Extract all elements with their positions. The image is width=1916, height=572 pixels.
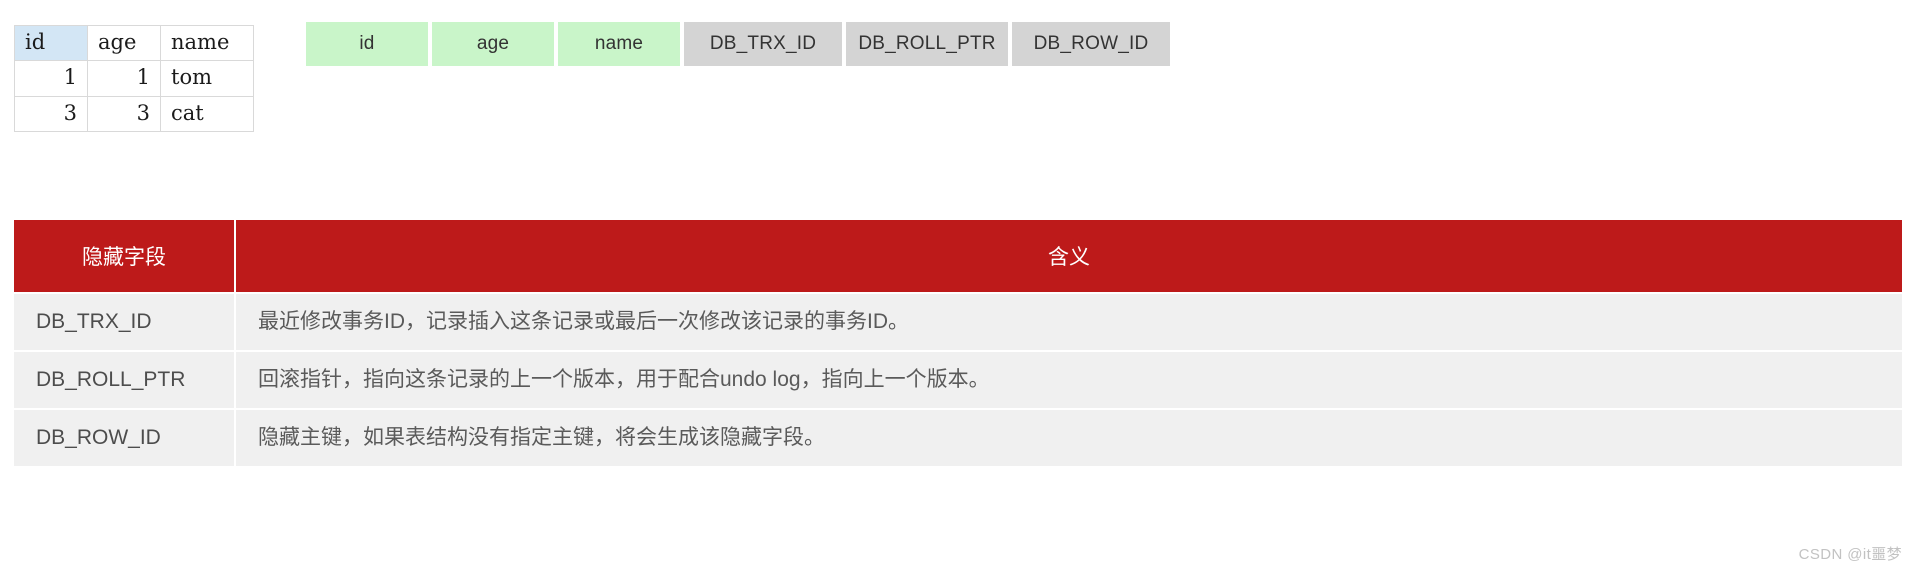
field-name-db-roll-ptr: DB_ROLL_PTR xyxy=(14,352,234,408)
record-cell-age: 1 xyxy=(87,60,161,97)
hidden-fields-header-row: 隐藏字段 含义 xyxy=(14,220,1902,292)
record-cell-name: cat xyxy=(160,95,254,132)
column-layout-strip: id age name DB_TRX_ID DB_ROLL_PTR DB_ROW… xyxy=(306,22,1170,66)
column-chip-db-row-id: DB_ROW_ID xyxy=(1012,22,1170,66)
record-cell-id: 3 xyxy=(14,95,88,132)
record-header-age: age xyxy=(87,24,161,62)
field-meaning-db-trx-id: 最近修改事务ID，记录插入这条记录或最后一次修改该记录的事务ID。 xyxy=(236,294,1902,350)
header-hidden-field: 隐藏字段 xyxy=(14,220,234,292)
hidden-fields-table: 隐藏字段 含义 DB_TRX_ID 最近修改事务ID，记录插入这条记录或最后一次… xyxy=(12,218,1904,468)
hidden-fields-table-head: 隐藏字段 含义 xyxy=(14,220,1902,292)
record-cell-age: 3 xyxy=(87,95,161,132)
record-table-head: id age name xyxy=(14,24,254,62)
record-header-id: id xyxy=(14,24,88,62)
record-table-header-row: id age name xyxy=(14,24,254,62)
header-meaning: 含义 xyxy=(236,220,1902,292)
field-name-db-row-id: DB_ROW_ID xyxy=(14,410,234,466)
field-meaning-db-row-id: 隐藏主键，如果表结构没有指定主键，将会生成该隐藏字段。 xyxy=(236,410,1902,466)
column-chip-age: age xyxy=(432,22,554,66)
table-row: 3 3 cat xyxy=(14,95,254,132)
column-chip-id: id xyxy=(306,22,428,66)
hidden-fields-table-body: DB_TRX_ID 最近修改事务ID，记录插入这条记录或最后一次修改该记录的事务… xyxy=(14,294,1902,466)
field-name-db-trx-id: DB_TRX_ID xyxy=(14,294,234,350)
csdn-watermark: CSDN @it噩梦 xyxy=(1798,546,1902,563)
record-header-name: name xyxy=(160,24,254,62)
table-row: DB_ROW_ID 隐藏主键，如果表结构没有指定主键，将会生成该隐藏字段。 xyxy=(14,410,1902,466)
column-chip-db-roll-ptr: DB_ROLL_PTR xyxy=(846,22,1008,66)
record-table-container: id age name 1 1 tom 3 3 cat xyxy=(14,24,254,132)
record-table: id age name 1 1 tom 3 3 cat xyxy=(14,24,254,132)
table-row: DB_ROLL_PTR 回滚指针，指向这条记录的上一个版本，用于配合undo l… xyxy=(14,352,1902,408)
field-meaning-db-roll-ptr: 回滚指针，指向这条记录的上一个版本，用于配合undo log，指向上一个版本。 xyxy=(236,352,1902,408)
record-cell-name: tom xyxy=(160,60,254,97)
record-table-body: 1 1 tom 3 3 cat xyxy=(14,60,254,132)
record-cell-id: 1 xyxy=(14,60,88,97)
table-row: DB_TRX_ID 最近修改事务ID，记录插入这条记录或最后一次修改该记录的事务… xyxy=(14,294,1902,350)
column-chip-name: name xyxy=(558,22,680,66)
column-chip-db-trx-id: DB_TRX_ID xyxy=(684,22,842,66)
table-row: 1 1 tom xyxy=(14,60,254,97)
